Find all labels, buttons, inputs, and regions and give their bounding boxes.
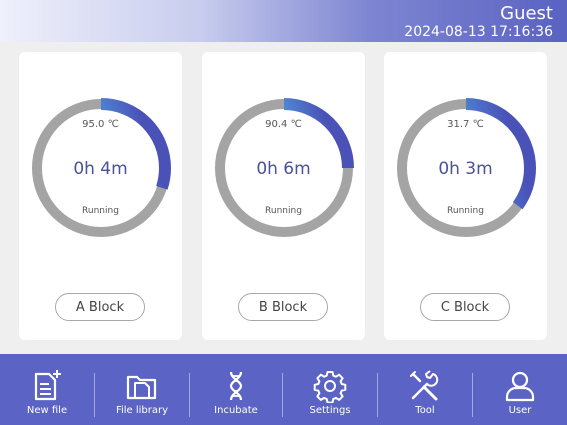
tool-button[interactable]: Tool	[378, 354, 472, 425]
block-status: Running	[447, 206, 484, 216]
block-card-c[interactable]: 31.7 ℃ 0h 3m Running C Block	[384, 52, 547, 340]
incubate-button[interactable]: Incubate	[190, 354, 282, 425]
toolbar-label: Settings	[309, 405, 351, 416]
gear-icon	[313, 371, 347, 403]
toolbar-label: Incubate	[214, 405, 258, 416]
a-block-button[interactable]: A Block	[55, 293, 145, 321]
toolbar-label: User	[508, 405, 532, 416]
block-temperature: 31.7 ℃	[447, 119, 484, 130]
block-status: Running	[82, 206, 119, 216]
bottom-toolbar: New file File library Incubate Settings	[0, 354, 567, 425]
file-library-button[interactable]: File library	[95, 354, 189, 425]
toolbar-label: Tool	[415, 405, 435, 416]
settings-button[interactable]: Settings	[283, 354, 377, 425]
date-time: 2024-08-13 17:16:36	[404, 24, 553, 40]
block-temperature: 95.0 ℃	[82, 119, 119, 130]
folder-icon	[126, 375, 157, 400]
block-time: 0h 6m	[256, 159, 311, 179]
c-block-button[interactable]: C Block	[420, 293, 510, 321]
user-name[interactable]: Guest	[500, 4, 553, 24]
block-time: 0h 4m	[73, 159, 128, 179]
dna-icon	[229, 371, 243, 401]
user-button[interactable]: User	[473, 354, 567, 425]
b-block-button[interactable]: B Block	[238, 293, 328, 321]
block-card-a[interactable]: 95.0 ℃ 0h 4m Running A Block	[19, 52, 182, 340]
new-file-button[interactable]: New file	[0, 354, 94, 425]
toolbar-label: File library	[115, 405, 169, 416]
tools-icon	[410, 370, 439, 401]
block-card-b[interactable]: 90.4 ℃ 0h 6m Running B Block	[202, 52, 365, 340]
block-time: 0h 3m	[438, 159, 493, 179]
block-temperature: 90.4 ℃	[265, 119, 302, 130]
block-status: Running	[265, 206, 302, 216]
header-bar: Guest 2024-08-13 17:16:36	[0, 0, 567, 42]
toolbar-label: New file	[26, 405, 68, 416]
new-file-icon	[34, 370, 61, 401]
user-icon	[505, 371, 535, 402]
